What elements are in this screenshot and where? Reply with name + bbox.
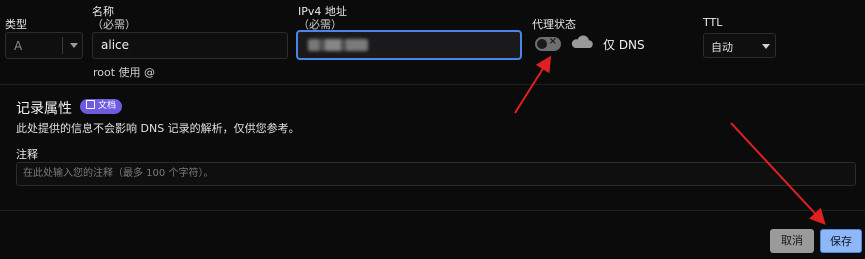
name-input[interactable]: alice: [92, 32, 288, 59]
comment-input[interactable]: 在此处输入您的注释（最多 100 个字符）。: [16, 162, 856, 186]
type-select-separator: [62, 37, 63, 54]
close-icon: ×: [548, 36, 557, 47]
docs-badge[interactable]: 文档: [80, 99, 123, 114]
ttl-label: TTL: [703, 16, 723, 29]
ttl-select-value: 自动: [711, 41, 733, 54]
ipv4-input[interactable]: [296, 30, 522, 60]
proxy-toggle[interactable]: ×: [535, 36, 561, 51]
type-label: 类型: [5, 18, 27, 31]
record-attributes-title: 记录属性: [16, 101, 72, 117]
name-hint: root 使用 @: [93, 66, 156, 79]
chevron-down-icon[interactable]: [70, 43, 78, 48]
annotation-arrow-proxy: [514, 55, 552, 114]
docs-badge-label: 文档: [98, 101, 117, 111]
save-button[interactable]: 保存: [820, 229, 862, 253]
cloud-icon: [571, 35, 593, 48]
toggle-knob: [537, 39, 547, 49]
record-attributes-description: 此处提供的信息不会影响 DNS 记录的解析，仅供您参考。: [16, 122, 300, 135]
chevron-down-icon[interactable]: [762, 44, 770, 49]
cancel-button[interactable]: 取消: [770, 229, 814, 253]
type-select-value: A: [14, 39, 23, 53]
proxy-status-text: 仅 DNS: [603, 38, 645, 52]
ttl-select[interactable]: 自动: [703, 33, 776, 58]
document-icon: [86, 100, 95, 109]
footer-divider: [0, 210, 865, 211]
section-divider: [0, 84, 865, 85]
ipv4-redacted-value: [308, 39, 368, 51]
proxy-status-label: 代理状态: [532, 18, 576, 31]
name-required: （必需）: [92, 18, 136, 31]
comment-label: 注释: [16, 148, 38, 161]
type-select[interactable]: A: [5, 32, 83, 59]
